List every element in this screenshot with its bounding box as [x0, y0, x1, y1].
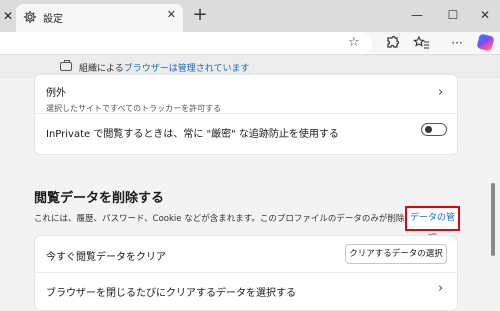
tracking-card: 例外 選択したサイトですべてのトラッカーを許可する › InPrivate で閲… [34, 74, 458, 155]
managed-link[interactable]: ブラウザーは管理されています [124, 64, 250, 74]
close-icon[interactable]: ✕ [0, 4, 16, 28]
exceptions-title: 例外 [46, 88, 66, 99]
clear-on-close-label: ブラウザーを閉じるたびにクリアするデータを選択する [46, 288, 296, 299]
tab-title: 設定 [43, 14, 63, 25]
manage-data-link[interactable]: データの管理 [405, 206, 460, 244]
divider [35, 272, 457, 273]
inprivate-strict-toggle[interactable] [421, 123, 447, 136]
copilot-icon[interactable] [476, 33, 495, 52]
scrollbar[interactable] [489, 80, 496, 311]
managed-notice: 組織によるブラウザーは管理されています [79, 61, 249, 74]
choose-data-button[interactable]: クリアするデータの選択 [345, 244, 447, 264]
new-tab-button[interactable]: + [190, 5, 210, 25]
favorites-icon[interactable] [413, 34, 431, 52]
tab-strip: ✕ 設定 ✕ + — ☐ ✕ [0, 0, 500, 32]
clear-data-card: 今すぐ閲覧データをクリア クリアするデータの選択 ブラウザーを閉じるたびにクリア… [34, 235, 458, 311]
minimize-button[interactable]: — [406, 5, 428, 25]
chevron-right-icon[interactable]: › [438, 281, 443, 296]
more-menu-icon[interactable]: ··· [448, 34, 466, 52]
divider [35, 113, 457, 114]
section-title: 閲覧データを削除する [34, 191, 165, 206]
chevron-right-icon[interactable]: › [438, 85, 443, 100]
briefcase-icon [60, 60, 72, 71]
section-description: これには、履歴、パスワード、Cookie などが含まれます。このプロファイルのデ… [34, 214, 447, 224]
inprivate-label: InPrivate で閲覧するときは、常に "厳密" な追跡防止を使用する [46, 129, 339, 140]
toolbar: ☆ ··· [0, 32, 500, 54]
clear-now-label: 今すぐ閲覧データをクリア [46, 252, 166, 263]
managed-prefix: 組織による [79, 64, 124, 74]
favorite-star-icon[interactable]: ☆ [348, 35, 360, 50]
gear-icon [23, 10, 37, 24]
tab-close-icon[interactable]: ✕ [167, 8, 176, 21]
tab-settings[interactable]: 設定 ✕ [16, 4, 183, 32]
address-bar[interactable] [0, 32, 372, 54]
scroll-thumb[interactable] [491, 183, 495, 256]
settings-content: 例外 選択したサイトですべてのトラッカーを許可する › InPrivate で閲… [0, 74, 500, 311]
extensions-icon[interactable] [383, 34, 401, 52]
toggle-knob [425, 126, 432, 133]
window-close-button[interactable]: ✕ [474, 5, 496, 25]
maximize-button[interactable]: ☐ [442, 5, 464, 25]
